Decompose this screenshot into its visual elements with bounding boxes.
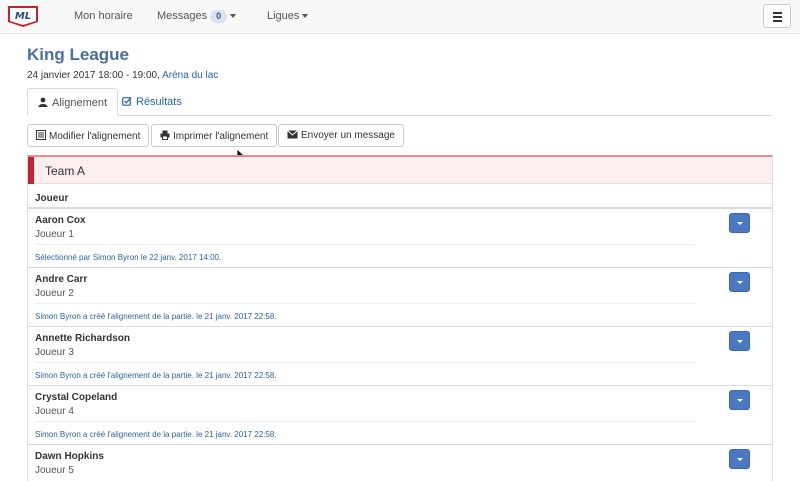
button-label: Envoyer un message <box>301 130 395 141</box>
player-options-dropdown[interactable] <box>729 449 750 469</box>
player-row: Annette Richardson Joueur 3 Simon Byron … <box>28 327 772 386</box>
nav-label: Messages <box>157 10 208 22</box>
row-divider <box>35 303 695 304</box>
tab-resultats[interactable]: Résultats <box>112 88 192 116</box>
logo-text: ML <box>15 11 31 22</box>
player-role: Joueur 4 <box>35 406 74 417</box>
edit-lineup-button[interactable]: Modifier l'alignement <box>27 124 150 147</box>
team-panel: Team A Joueur Aaron Cox Joueur 1 Sélecti… <box>27 155 773 481</box>
player-options-dropdown[interactable] <box>729 331 750 351</box>
tab-label: Résultats <box>136 96 182 108</box>
nav-label: Ligues <box>267 10 300 22</box>
user-icon <box>38 97 48 107</box>
player-row: Andre Carr Joueur 2 Simon Byron a créé l… <box>28 268 772 327</box>
player-history-note: Simon Byron a créé l'alignement de la pa… <box>35 371 277 380</box>
team-name: Team A <box>45 164 86 178</box>
chevron-down-icon <box>302 14 309 19</box>
event-details: 24 janvier 2017 18:00 - 19:00, Aréna du … <box>27 70 218 81</box>
hamburger-icon <box>773 12 782 14</box>
player-options-dropdown[interactable] <box>729 272 750 292</box>
send-message-button[interactable]: Envoyer un message <box>278 124 404 147</box>
player-row: Dawn Hopkins Joueur 5 <box>28 445 772 481</box>
nav-label: Mon horaire <box>74 10 133 22</box>
tab-label: Alignement <box>52 97 108 109</box>
venue-link[interactable]: Aréna du lac <box>162 70 218 81</box>
list-icon <box>36 130 46 140</box>
player-options-dropdown[interactable] <box>729 213 750 233</box>
row-divider <box>35 362 695 363</box>
checkbox-edit-icon <box>122 97 132 106</box>
tab-alignement[interactable]: Alignement <box>27 88 119 116</box>
top-navbar: ML Mon horaire Messages 0 Ligues <box>0 0 800 34</box>
player-history-note: Sélectionné par Simon Byron le 22 janv. … <box>35 253 222 262</box>
menu-toggle-button[interactable] <box>763 4 791 28</box>
player-role: Joueur 3 <box>35 347 74 358</box>
player-name: Aaron Cox <box>35 215 86 226</box>
button-label: Imprimer l'alignement <box>173 131 269 142</box>
page-title: King League <box>27 45 130 64</box>
player-name: Andre Carr <box>35 274 88 285</box>
player-history-note: Simon Byron a créé l'alignement de la pa… <box>35 430 277 439</box>
nav-mon-horaire[interactable]: Mon horaire <box>74 10 133 22</box>
player-row: Crystal Copeland Joueur 4 Simon Byron a … <box>28 386 772 445</box>
player-role: Joueur 2 <box>35 288 74 299</box>
player-name: Annette Richardson <box>35 333 131 344</box>
print-icon <box>160 130 170 140</box>
player-role: Joueur 5 <box>35 465 74 476</box>
player-options-dropdown[interactable] <box>729 390 750 410</box>
team-color-bar <box>28 157 34 184</box>
messages-count-badge: 0 <box>210 10 228 23</box>
nav-ligues[interactable]: Ligues <box>267 10 309 22</box>
player-role: Joueur 1 <box>35 229 74 240</box>
print-lineup-button[interactable]: Imprimer l'alignement <box>151 124 278 147</box>
player-name: Dawn Hopkins <box>35 451 104 462</box>
player-history-note: Simon Byron a créé l'alignement de la pa… <box>35 312 277 321</box>
row-divider <box>35 244 695 245</box>
button-label: Modifier l'alignement <box>49 131 141 142</box>
league-logo[interactable]: ML <box>6 4 40 28</box>
event-datetime: 24 janvier 2017 18:00 - 19:00, <box>27 70 160 81</box>
column-header-player: Joueur <box>35 193 69 204</box>
team-header: Team A <box>28 157 772 184</box>
player-name: Crystal Copeland <box>35 392 118 403</box>
envelope-icon <box>287 130 298 139</box>
chevron-down-icon <box>230 14 237 19</box>
row-divider <box>35 421 695 422</box>
nav-messages[interactable]: Messages 0 <box>157 10 237 23</box>
player-row: Aaron Cox Joueur 1 Sélectionné par Simon… <box>28 209 772 268</box>
